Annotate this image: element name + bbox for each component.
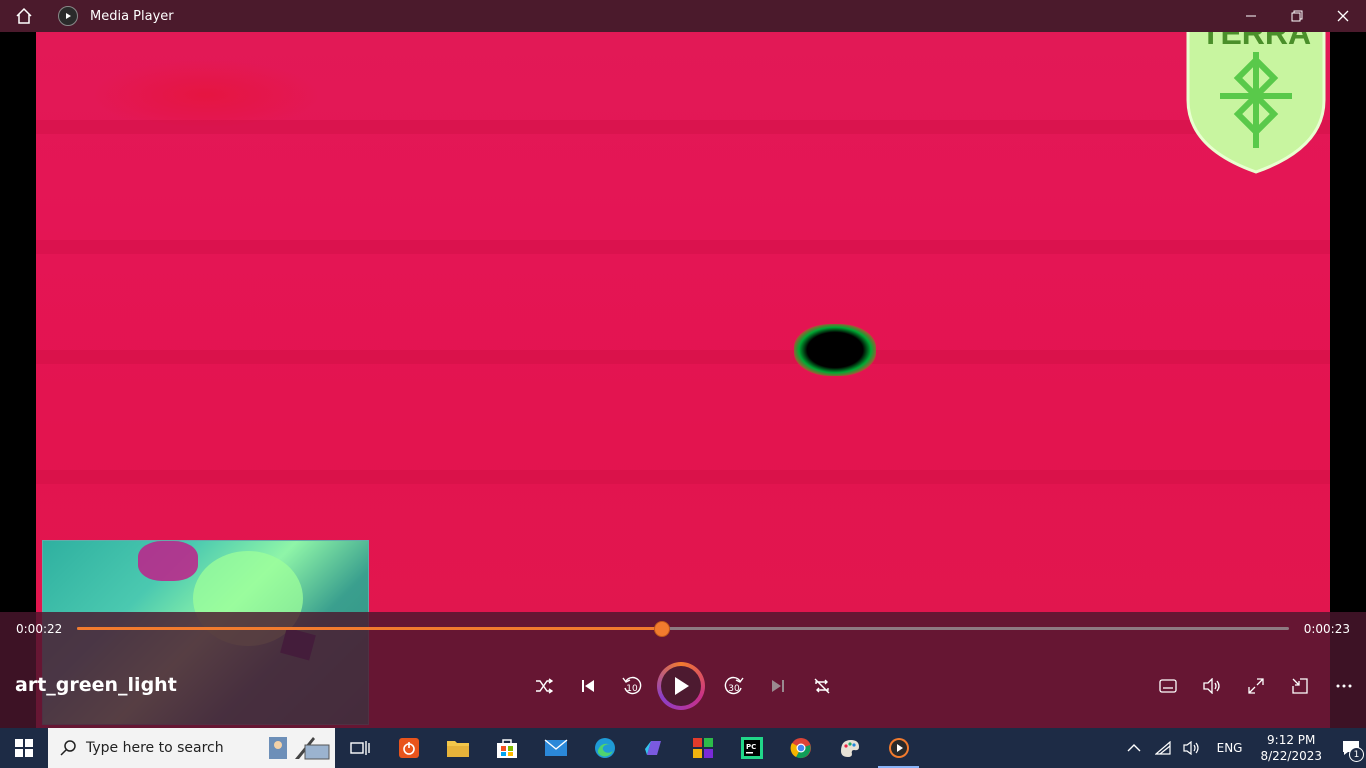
more-options-button[interactable] <box>1324 666 1364 706</box>
clock-time: 9:12 PM <box>1267 733 1316 747</box>
minimize-icon <box>1246 15 1256 17</box>
window-title: Media Player <box>90 8 174 24</box>
terra-logo: TERRA <box>1186 8 1326 174</box>
windows-icon <box>15 739 33 757</box>
repeat-button[interactable] <box>802 666 842 706</box>
mail-icon <box>544 739 567 756</box>
edge-icon <box>594 738 615 758</box>
network-icon[interactable] <box>1154 741 1171 755</box>
close-icon <box>1337 10 1349 22</box>
taskbar-app-copilot[interactable] <box>629 728 678 768</box>
restore-button[interactable] <box>1274 0 1320 32</box>
restore-icon <box>1291 10 1303 22</box>
video-texture <box>36 470 1330 484</box>
pycharm-icon: PC <box>740 737 763 759</box>
chevron-up-icon[interactable] <box>1127 743 1141 753</box>
current-time: 0:00:22 <box>16 622 63 636</box>
speaker-icon[interactable] <box>1183 741 1201 755</box>
taskbar-app-store[interactable] <box>482 728 531 768</box>
skip-back-button[interactable]: 10 <box>612 666 652 706</box>
store-icon <box>496 739 517 758</box>
forward-30-icon: 30 <box>724 676 744 695</box>
office-icon <box>692 738 713 758</box>
home-button[interactable] <box>0 0 48 32</box>
next-button[interactable] <box>758 666 798 706</box>
taskbar-search-box[interactable]: Type here to search <box>48 728 335 768</box>
volume-icon <box>1203 678 1220 694</box>
rewind-10-icon: 10 <box>622 676 642 695</box>
skip-previous-icon <box>582 680 594 692</box>
skip-forward-button[interactable]: 30 <box>714 666 754 706</box>
taskbar-app-pycharm[interactable]: PC <box>727 728 776 768</box>
paint-icon <box>840 740 859 757</box>
taskbar-app-office[interactable] <box>678 728 727 768</box>
taskbar-app-file-explorer[interactable] <box>433 728 482 768</box>
minimize-button[interactable] <box>1228 0 1274 32</box>
search-icon <box>60 740 76 756</box>
power-app-icon <box>398 738 419 758</box>
video-texture <box>36 350 1330 364</box>
mini-player-button[interactable] <box>1280 666 1320 706</box>
total-time: 0:00:23 <box>1303 622 1350 636</box>
seek-bar-progress <box>77 627 662 630</box>
home-icon <box>16 7 32 24</box>
close-button[interactable] <box>1320 0 1366 32</box>
task-view-icon <box>349 741 370 755</box>
media-player-window: TERRA Media Player 0:00:22 0:00:23 art_g… <box>0 0 1366 728</box>
video-texture <box>36 120 1330 134</box>
taskbar-app-power[interactable] <box>384 728 433 768</box>
title-bar: Media Player <box>0 0 1366 32</box>
svg-text:PC: PC <box>746 743 756 751</box>
previous-button[interactable] <box>568 666 608 706</box>
media-player-app-icon <box>58 6 78 26</box>
task-view-button[interactable] <box>335 728 384 768</box>
start-button[interactable] <box>0 728 48 768</box>
play-icon <box>675 677 689 695</box>
video-dark-spot <box>794 324 876 376</box>
taskbar-app-mail[interactable] <box>531 728 580 768</box>
mini-player-icon <box>1292 678 1308 694</box>
chrome-icon <box>790 738 811 759</box>
track-name: art_green_light <box>15 674 177 696</box>
taskbar-clock[interactable]: 9:12 PM 8/22/2023 <box>1260 732 1322 764</box>
fullscreen-button[interactable] <box>1236 666 1276 706</box>
video-texture <box>36 240 1330 254</box>
taskbar-app-chrome[interactable] <box>776 728 825 768</box>
search-placeholder: Type here to search <box>86 740 224 756</box>
playback-controls: 0:00:22 0:00:23 art_green_light 10 30 <box>0 612 1366 728</box>
more-icon <box>1336 684 1352 688</box>
taskbar-app-paint[interactable] <box>825 728 874 768</box>
thumbnail-shape <box>138 541 198 581</box>
notification-badge: 1 <box>1349 747 1364 762</box>
svg-text:30: 30 <box>728 684 740 694</box>
play-button-inner <box>661 666 701 706</box>
language-indicator[interactable]: ENG <box>1217 741 1243 755</box>
search-highlight-icon <box>269 737 330 760</box>
taskbar: Type here to search PC ENG 9:12 PM 8/22/… <box>0 728 1366 768</box>
window-controls <box>1228 0 1366 32</box>
play-icon <box>66 13 71 19</box>
system-tray: ENG 9:12 PM 8/22/2023 1 <box>1119 728 1366 768</box>
shuffle-icon <box>536 678 553 694</box>
taskbar-app-media-player[interactable] <box>874 728 923 768</box>
captions-button[interactable] <box>1148 666 1188 706</box>
fullscreen-icon <box>1248 678 1264 694</box>
taskbar-app-edge[interactable] <box>580 728 629 768</box>
skip-next-icon <box>772 680 784 692</box>
notification-center-button[interactable]: 1 <box>1336 728 1366 768</box>
captions-icon <box>1159 679 1177 693</box>
volume-button[interactable] <box>1192 666 1232 706</box>
svg-text:10: 10 <box>626 684 638 694</box>
play-pause-button[interactable] <box>657 662 705 710</box>
copilot-icon <box>644 741 661 755</box>
folder-icon <box>446 741 469 757</box>
repeat-off-icon <box>814 678 830 694</box>
shuffle-button[interactable] <box>524 666 564 706</box>
seek-bar-thumb[interactable] <box>654 621 671 637</box>
clock-date: 8/22/2023 <box>1260 749 1322 763</box>
media-player-icon <box>888 738 909 758</box>
seek-bar[interactable] <box>77 621 1289 637</box>
